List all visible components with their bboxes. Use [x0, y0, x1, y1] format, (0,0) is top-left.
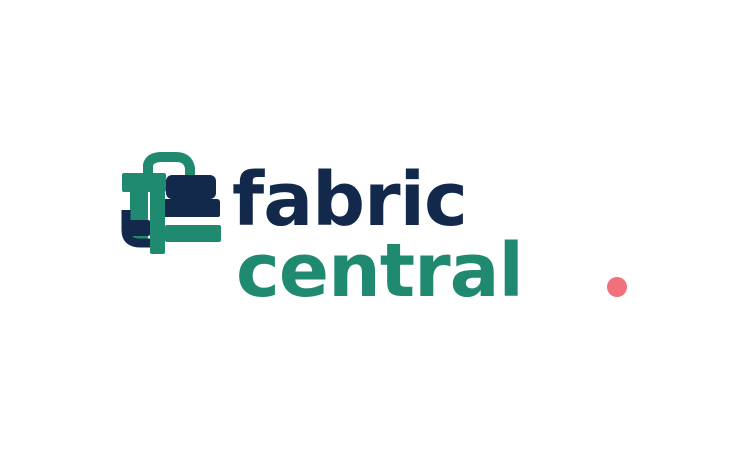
- logo-canvas: fabric central: [0, 0, 750, 450]
- wordmark-bottom-suffix: ntral: [328, 228, 523, 314]
- period-dot: [607, 277, 627, 297]
- wordmark-bottom-prefix: ce: [236, 228, 328, 314]
- woven-fabric-logo-icon: [121, 152, 221, 254]
- wordmark-bottom: central: [236, 228, 523, 314]
- fabric-central-logo: fabric central: [121, 152, 627, 314]
